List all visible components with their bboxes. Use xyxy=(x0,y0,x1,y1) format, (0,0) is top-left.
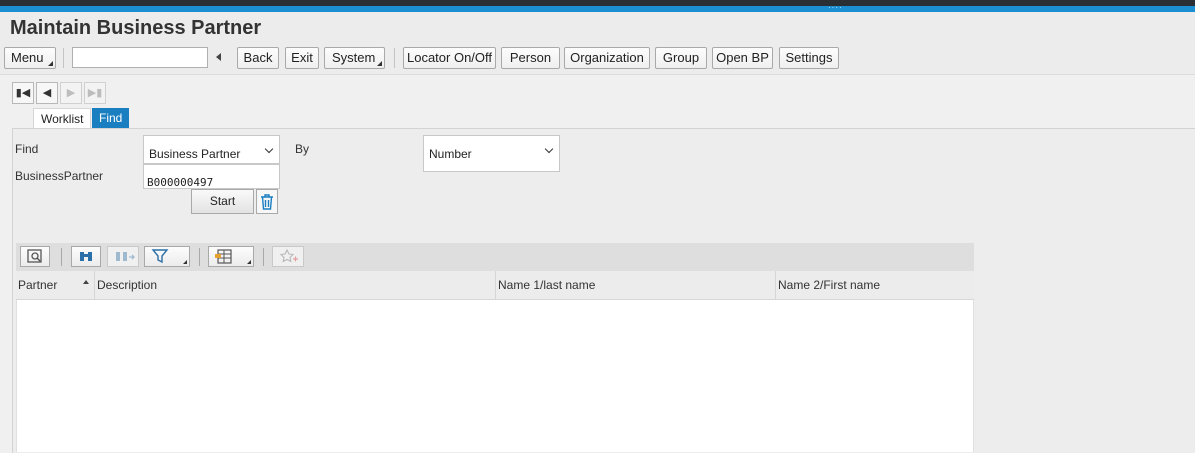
find-type-select[interactable]: Business Partner xyxy=(143,135,280,164)
dropdown-caret-icon xyxy=(377,61,382,66)
search-by-value: Number xyxy=(429,147,472,161)
application-toolbar: Menu Back Exit System Locator On/Off Per… xyxy=(0,44,1195,75)
person-button[interactable]: Person xyxy=(501,47,560,69)
group-button[interactable]: Group xyxy=(655,47,707,69)
grid-toolbar xyxy=(16,243,974,271)
menu-button-label: Menu xyxy=(11,50,44,65)
layout-button[interactable] xyxy=(208,246,254,267)
column-header-name-1[interactable]: Name 1/last name xyxy=(495,271,775,300)
column-header-label: Partner xyxy=(18,278,58,292)
filter-button[interactable] xyxy=(144,246,190,267)
dropdown-caret-icon xyxy=(48,61,53,66)
menu-button[interactable]: Menu xyxy=(4,47,56,69)
grid-header: Partner Description Name 1/last name Nam… xyxy=(16,271,974,300)
previous-record-icon[interactable]: ◀ xyxy=(36,82,58,104)
find-button[interactable] xyxy=(71,246,101,267)
search-by-select[interactable]: Number xyxy=(423,135,560,172)
back-button[interactable]: Back xyxy=(237,47,279,69)
find-type-value: Business Partner xyxy=(149,147,241,161)
system-button[interactable]: System xyxy=(324,47,385,69)
business-partner-input[interactable]: B000000497 xyxy=(143,164,280,189)
column-header-partner[interactable]: Partner xyxy=(16,271,94,300)
results-grid-body[interactable] xyxy=(16,300,974,452)
dropdown-caret-icon xyxy=(183,260,187,264)
find-next-button xyxy=(107,246,139,267)
settings-button[interactable]: Settings xyxy=(779,47,839,69)
chevron-down-icon xyxy=(544,144,554,154)
sort-ascending-icon xyxy=(83,280,89,284)
toolbar-separator xyxy=(63,48,64,68)
locator-toggle-button[interactable]: Locator On/Off xyxy=(403,47,496,69)
binoculars-next-icon xyxy=(116,252,135,261)
grid-toolbar-separator xyxy=(263,248,264,266)
grid-toolbar-separator xyxy=(199,248,200,266)
toolbar-separator xyxy=(394,48,395,68)
favorites-button xyxy=(272,246,304,267)
system-button-label: System xyxy=(332,50,376,65)
layout-grid-icon xyxy=(215,249,232,264)
command-field[interactable] xyxy=(72,47,208,68)
business-partner-label: BusinessPartner xyxy=(15,169,104,183)
chevron-down-icon xyxy=(264,144,274,154)
details-button[interactable] xyxy=(20,246,50,267)
filter-icon xyxy=(151,249,169,264)
tab-find[interactable]: Find xyxy=(92,108,130,128)
magnifier-details-icon xyxy=(27,249,42,263)
organization-button[interactable]: Organization xyxy=(564,47,650,69)
binoculars-icon xyxy=(80,252,92,261)
star-add-icon xyxy=(279,248,298,263)
clear-trash-button[interactable] xyxy=(256,189,278,214)
dropdown-caret-icon xyxy=(247,260,251,264)
column-header-description[interactable]: Description xyxy=(94,271,495,300)
page-title: Maintain Business Partner xyxy=(10,17,262,39)
by-label: By xyxy=(295,142,310,156)
find-label: Find xyxy=(15,142,39,156)
trash-icon xyxy=(261,194,273,210)
column-header-name-2[interactable]: Name 2/First name xyxy=(775,271,974,300)
last-record-icon: ▶▮ xyxy=(84,82,106,104)
start-button[interactable]: Start xyxy=(191,189,254,214)
exit-button[interactable]: Exit xyxy=(285,47,319,69)
tab-worklist[interactable]: Worklist xyxy=(33,108,92,128)
next-record-icon: ▶ xyxy=(60,82,82,104)
open-bp-button[interactable]: Open BP xyxy=(712,47,773,69)
grid-toolbar-separator xyxy=(61,248,62,266)
resize-handle-icon[interactable]: ···· xyxy=(828,3,843,12)
command-history-arrow-icon[interactable] xyxy=(216,53,221,61)
first-record-icon[interactable]: ▮◀ xyxy=(12,82,34,104)
title-bar: Maintain Business Partner xyxy=(0,12,1195,44)
